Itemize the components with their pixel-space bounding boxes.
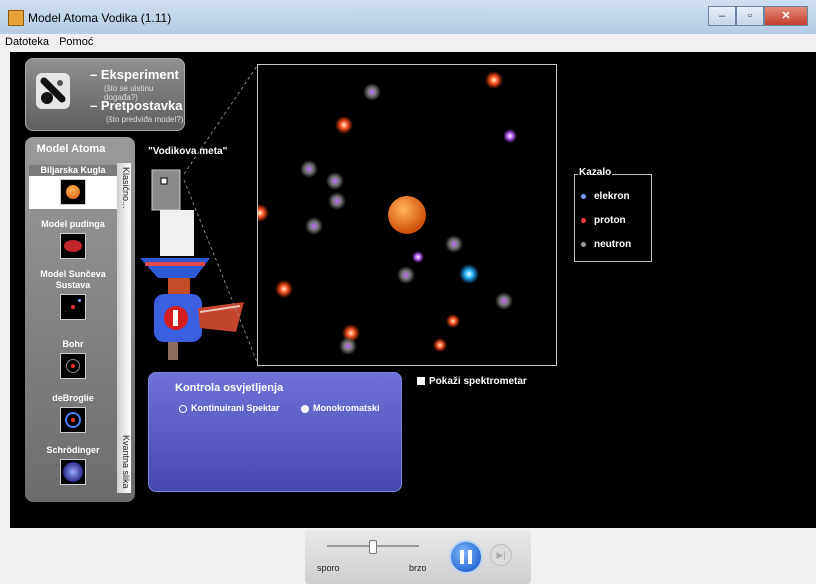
proton-particle <box>335 116 353 134</box>
experiment-label[interactable]: – Eksperiment <box>90 67 179 82</box>
option-continuous-spectrum[interactable]: Kontinuirani Spektar <box>179 403 280 413</box>
legend-item-electron: elekron <box>581 191 630 202</box>
neutron-particle <box>339 337 357 355</box>
legend-item-proton: proton <box>581 215 626 226</box>
neutron-particle <box>305 217 323 235</box>
model-solar-system[interactable]: Model Sunčeva Sustava <box>29 269 117 333</box>
zoom-lines <box>183 65 258 363</box>
legend-item-label: elekron <box>594 191 630 202</box>
legend-item-neutron: neutron <box>581 239 631 250</box>
debroglie-icon <box>60 407 86 433</box>
quantum-category-label: Kvantna slika <box>121 435 131 489</box>
classic-category-label: Klasično... <box>121 167 131 209</box>
radio-icon[interactable] <box>179 404 187 413</box>
proton-particle <box>485 71 503 89</box>
neutron-particle <box>495 292 513 310</box>
light-control-title: Kontrola osvjetljenja <box>175 382 284 394</box>
radio-icon[interactable] <box>301 404 309 413</box>
model-label: Model pudinga <box>41 219 105 229</box>
bohr-icon <box>60 353 86 379</box>
model-debroglie[interactable]: deBroglie <box>29 393 117 439</box>
model-label: Model Sunčeva Sustava <box>40 269 106 290</box>
menu-bar: Datoteka Pomoć <box>0 34 816 53</box>
title-bar: Model Atoma Vodika (1.11) – ▫ ✕ <box>0 0 816 34</box>
toggle-switch-icon[interactable] <box>34 71 72 111</box>
neutron-dot-icon <box>581 241 586 247</box>
step-button[interactable]: ▶| <box>490 544 512 566</box>
prediction-sublabel: (što predviđa model?) <box>106 115 184 124</box>
neutron-particle <box>397 266 415 284</box>
menu-help[interactable]: Pomoć <box>57 34 95 50</box>
neutron-particle <box>363 83 381 101</box>
neutron-particle <box>300 160 318 178</box>
legend-item-label: neutron <box>594 239 632 250</box>
billiard-ball-icon <box>60 179 86 205</box>
experiment-prediction-switch[interactable]: – Eksperiment (što se uistinu događa?) –… <box>25 58 185 131</box>
window-title: Model Atoma Vodika (1.11) <box>28 11 172 25</box>
proton-dot-icon <box>581 217 586 223</box>
atom-nucleus <box>388 196 426 234</box>
schrodinger-icon <box>60 459 86 485</box>
atom-viewport <box>257 64 557 366</box>
model-label: Schrödinger <box>46 445 100 455</box>
app-icon <box>8 10 24 26</box>
atom-model-panel: Model Atoma Klasično... Kvantna slika Bi… <box>25 137 135 502</box>
proton-particle <box>258 204 269 222</box>
blurred-title-text <box>355 11 485 21</box>
show-spectrometer-checkbox[interactable]: Pokaži spektrometar <box>417 376 527 387</box>
maximize-button[interactable]: ▫ <box>736 6 764 26</box>
prediction-label[interactable]: – Pretpostavka <box>90 98 183 113</box>
proton-particle <box>275 280 293 298</box>
model-label: Biljarska Kugla <box>29 165 117 176</box>
model-plum-pudding[interactable]: Model pudinga <box>29 219 117 265</box>
pause-button[interactable] <box>449 540 483 574</box>
electron-particle <box>459 264 479 284</box>
solar-system-icon <box>60 294 86 320</box>
option-monochromatic[interactable]: Monokromatski <box>301 403 380 413</box>
checkbox-icon[interactable] <box>417 377 425 386</box>
option-label: Kontinuirani Spektar <box>191 403 280 413</box>
plum-pudding-icon <box>60 233 86 259</box>
option-label: Monokromatski <box>313 403 380 413</box>
photon-particle <box>412 251 424 263</box>
menu-file[interactable]: Datoteka <box>3 34 51 50</box>
model-schrodinger[interactable]: Schrödinger <box>29 445 117 495</box>
atom-model-title: Model Atoma <box>36 143 106 155</box>
proton-particle <box>446 314 460 328</box>
particle-field <box>258 71 517 355</box>
electron-dot-icon <box>581 193 586 199</box>
close-button[interactable]: ✕ <box>764 6 808 26</box>
legend-box: Kazalo elekron proton neutron <box>574 167 652 262</box>
neutron-particle <box>326 172 344 190</box>
model-category-strip: Klasično... Kvantna slika <box>117 163 131 493</box>
model-bohr[interactable]: Bohr <box>29 339 117 385</box>
legend-item-label: proton <box>594 215 626 226</box>
spectrometer-label: Pokaži spektrometar <box>429 376 527 387</box>
neutron-particle <box>328 192 346 210</box>
speed-slider-thumb[interactable] <box>369 540 377 554</box>
model-label: deBroglie <box>52 393 94 403</box>
model-label: Bohr <box>62 339 84 349</box>
proton-particle <box>433 338 447 352</box>
minimize-button[interactable]: – <box>708 6 736 26</box>
neutron-particle <box>445 235 463 253</box>
legend-title: Kazalo <box>578 167 613 178</box>
playback-controls: sporo brzo ▶| <box>305 530 531 584</box>
slow-label: sporo <box>317 563 340 573</box>
photon-particle <box>503 129 517 143</box>
light-control-panel: Kontrola osvjetljenja Kontinuirani Spekt… <box>148 372 402 492</box>
model-billiard-ball[interactable]: Biljarska Kugla <box>29 165 117 209</box>
window-left-border <box>0 52 10 584</box>
fast-label: brzo <box>409 563 427 573</box>
